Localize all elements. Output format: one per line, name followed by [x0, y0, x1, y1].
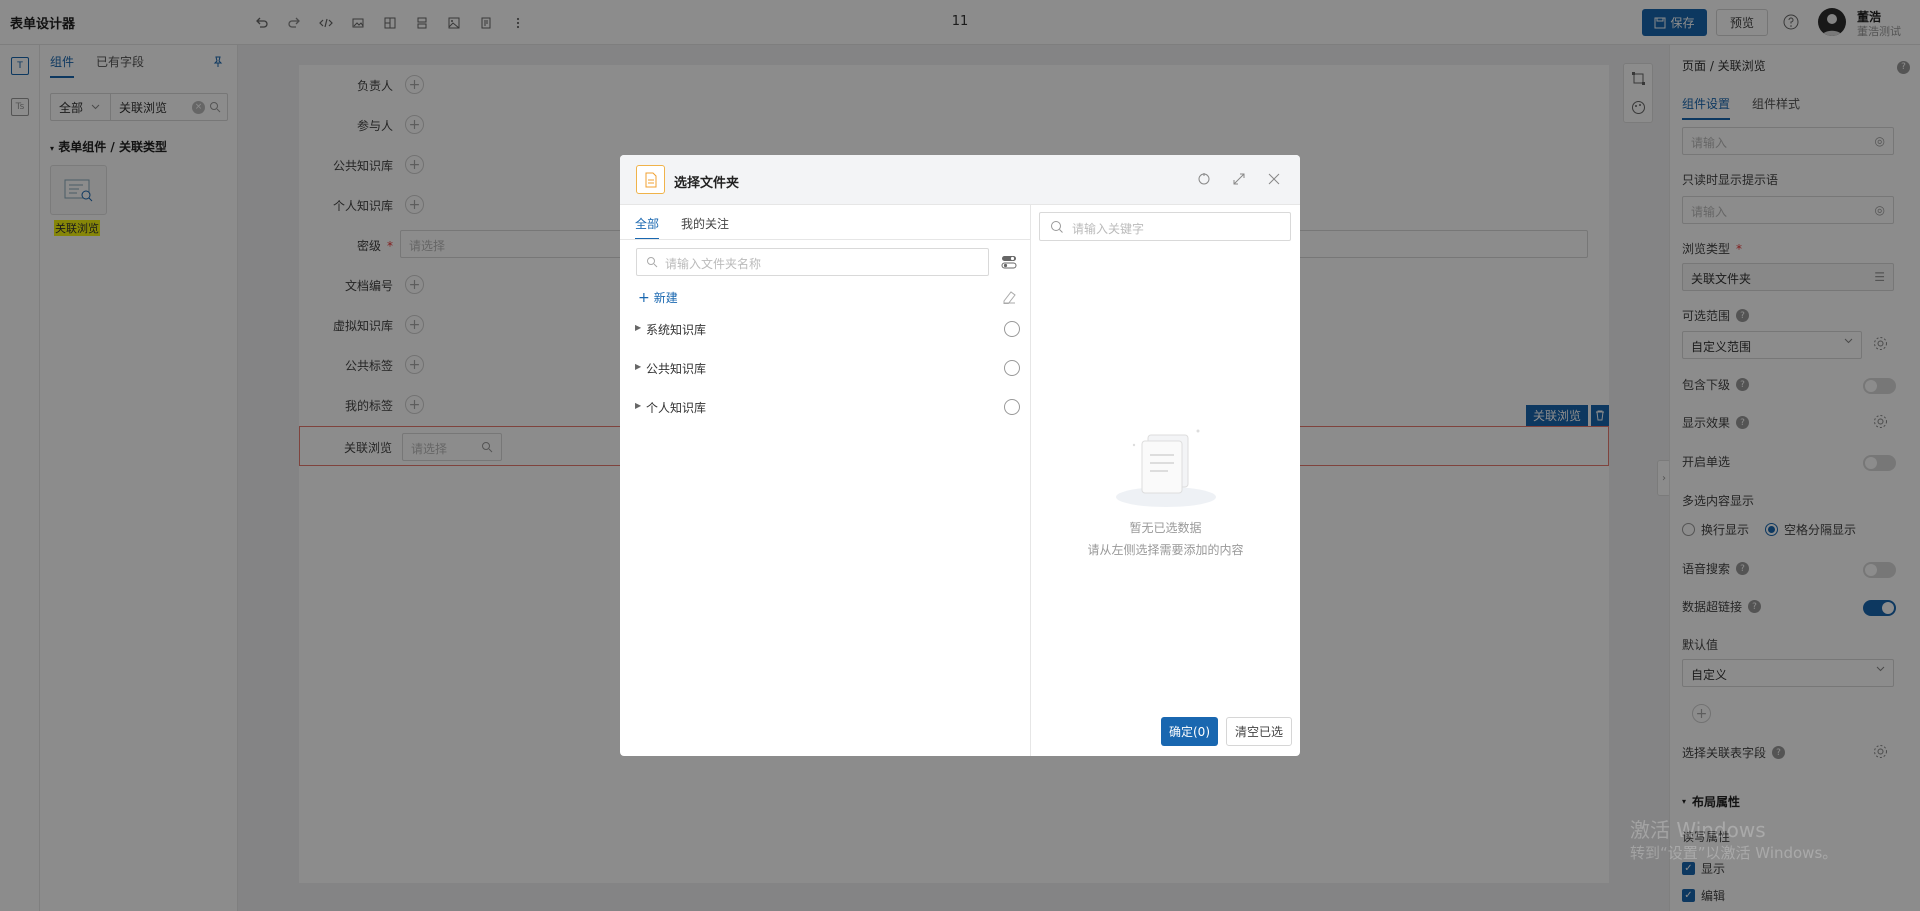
search-icon [646, 256, 658, 268]
tree-item[interactable]: ▶ 公共知识库 [635, 357, 1020, 379]
windows-activation-watermark: 激活 Windows [1630, 818, 1766, 842]
confirm-button[interactable]: 确定(0) [1161, 717, 1218, 746]
tree-item-label: 系统知识库 [646, 323, 707, 337]
caret-right-icon[interactable]: ▶ [635, 323, 641, 332]
folder-search-input[interactable]: 请输入文件夹名称 [636, 248, 989, 276]
tree-radio[interactable] [1004, 360, 1020, 376]
selected-items-pane: 请输入关键字 暂无已选数据 请从左侧选择需要添加的内容 [1031, 205, 1300, 756]
new-folder-button[interactable]: + 新建 [638, 289, 678, 306]
caret-right-icon[interactable]: ▶ [635, 401, 641, 410]
new-label: 新建 [653, 291, 678, 305]
keyword-search-input[interactable]: 请输入关键字 [1039, 212, 1291, 241]
dialog-header: 选择文件夹 [620, 155, 1300, 205]
close-icon[interactable] [1266, 171, 1284, 189]
dialog-tabs: 全部 我的关注 [635, 215, 729, 240]
tab-divider [620, 239, 1031, 240]
tree-item[interactable]: ▶ 个人知识库 [635, 396, 1020, 418]
tree-radio[interactable] [1004, 399, 1020, 415]
empty-state-illustration [1114, 425, 1218, 509]
toggle-view-icon[interactable] [1001, 254, 1017, 270]
folder-tree-pane: 全部 我的关注 请输入文件夹名称 + 新建 ▶ 系统知识库 ▶ 公共知识库 ▶ 个… [620, 205, 1031, 756]
tree-radio[interactable] [1004, 321, 1020, 337]
dialog-title: 选择文件夹 [674, 176, 740, 191]
search-placeholder: 请输入文件夹名称 [665, 257, 762, 271]
tree-item-label: 公共知识库 [646, 362, 707, 376]
eraser-icon[interactable] [1002, 289, 1017, 304]
tab-all[interactable]: 全部 [635, 215, 660, 240]
search-icon [1050, 220, 1064, 234]
clear-selected-button[interactable]: 清空已选 [1226, 717, 1292, 746]
caret-right-icon[interactable]: ▶ [635, 362, 641, 371]
refresh-icon[interactable] [1196, 171, 1214, 189]
tab-my-follows[interactable]: 我的关注 [681, 215, 729, 240]
windows-activation-subtitle: 转到“设置”以激活 Windows。 [1630, 844, 1838, 862]
tree-item-label: 个人知识库 [646, 401, 707, 415]
empty-title: 暂无已选数据 [1129, 521, 1202, 535]
search-placeholder: 请输入关键字 [1072, 222, 1145, 236]
expand-icon[interactable] [1231, 171, 1249, 189]
tree-item[interactable]: ▶ 系统知识库 [635, 318, 1020, 340]
select-folder-dialog: 选择文件夹 全部 我的关注 请输入文件夹名称 + 新建 ▶ 系统知识库 ▶ 公共知… [620, 155, 1300, 756]
plus-icon: + [638, 289, 650, 306]
empty-description: 请从左侧选择需要添加的内容 [1087, 543, 1244, 557]
folder-doc-icon [636, 165, 665, 194]
